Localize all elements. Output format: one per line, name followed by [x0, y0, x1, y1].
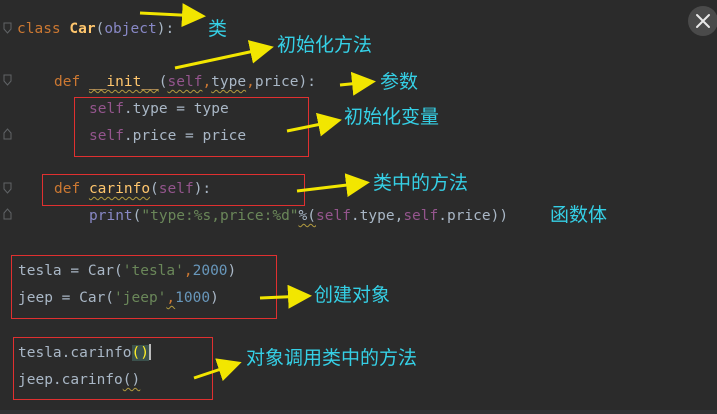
annotation-function-body: 函数体: [550, 204, 608, 226]
close-icon: [696, 14, 710, 28]
annotation-init-method: 初始化方法: [277, 34, 373, 56]
editor-bottom-edge: [0, 410, 717, 414]
annotation-method-in-class: 类中的方法: [373, 172, 469, 194]
annotation-class: 类: [208, 18, 228, 40]
annotation-params: 参数: [380, 71, 419, 93]
close-button[interactable]: [688, 6, 717, 36]
annotation-init-vars: 初始化变量: [344, 106, 440, 128]
annotation-create-object: 创建对象: [314, 284, 391, 306]
annotation-object-call: 对象调用类中的方法: [246, 347, 418, 369]
